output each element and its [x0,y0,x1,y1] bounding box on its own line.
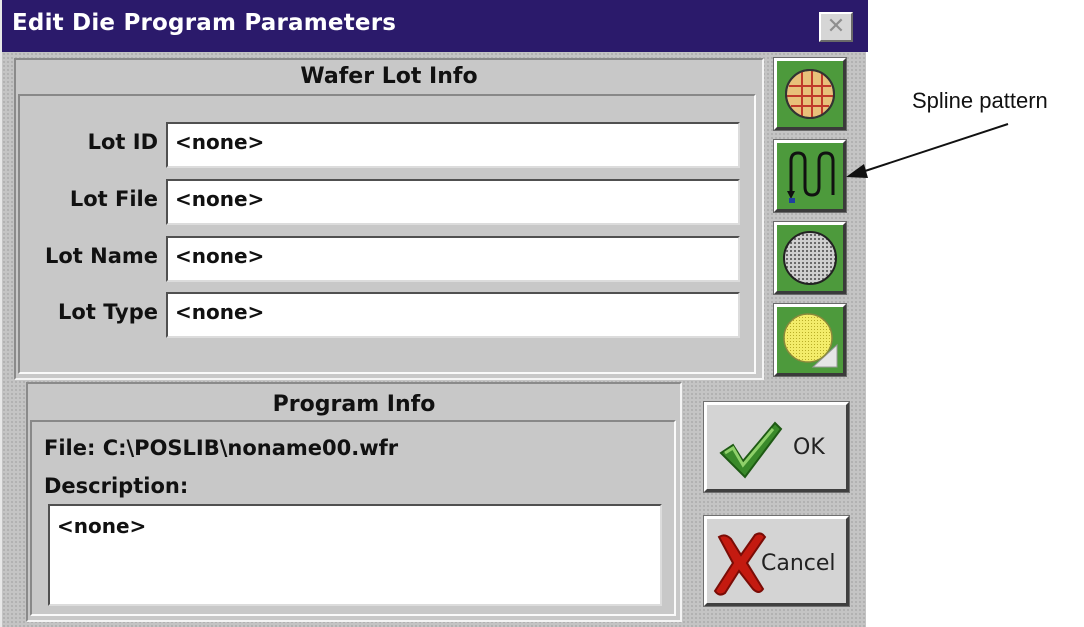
wafer-dots-button[interactable] [773,221,847,295]
lot-file-field[interactable]: <none> [166,179,740,225]
wafer-yellow-button[interactable] [773,303,847,377]
dialog-window: Edit Die Program Parameters ✕ Wafer Lot … [0,0,868,627]
wafer-grid-button[interactable] [773,57,847,131]
program-info-title: Program Info [272,392,436,417]
wafer-grid-icon [785,69,835,119]
program-file-path: File: C:\POSLIB\noname00.wfr [44,436,399,460]
check-icon [719,421,783,479]
lot-name-label: Lot Name [44,244,158,268]
wafer-lot-info-title: Wafer Lot Info [300,64,478,89]
cancel-button[interactable]: Cancel [703,515,850,607]
ok-button[interactable]: OK [703,401,850,493]
spline-pattern-button[interactable] [773,139,847,213]
annotation-label: Spline pattern [912,88,1048,113]
wafer-lot-info-panel: Wafer Lot Info Lot ID <none> Lot File <n… [14,58,764,380]
title-bar[interactable]: Edit Die Program Parameters ✕ [2,0,868,52]
wafer-dots-icon [783,231,837,285]
lot-file-label: Lot File [69,187,158,211]
program-info-panel: Program Info File: C:\POSLIB\noname00.wf… [26,382,682,622]
description-field[interactable]: <none> [48,504,662,606]
cancel-label: Cancel [761,551,836,576]
lot-type-field[interactable]: <none> [166,292,740,338]
lot-type-label: Lot Type [58,300,158,324]
window-title: Edit Die Program Parameters [12,10,397,36]
close-button[interactable]: ✕ [819,12,853,42]
wafer-yellow-icon [783,313,838,368]
lot-name-field[interactable]: <none> [166,236,740,282]
description-label: Description: [44,474,189,498]
spline-pattern-icon [787,151,835,203]
lot-id-field[interactable]: <none> [166,122,740,168]
lot-id-label: Lot ID [87,130,158,154]
close-x-icon: ✕ [826,14,846,39]
ok-label: OK [793,435,825,460]
